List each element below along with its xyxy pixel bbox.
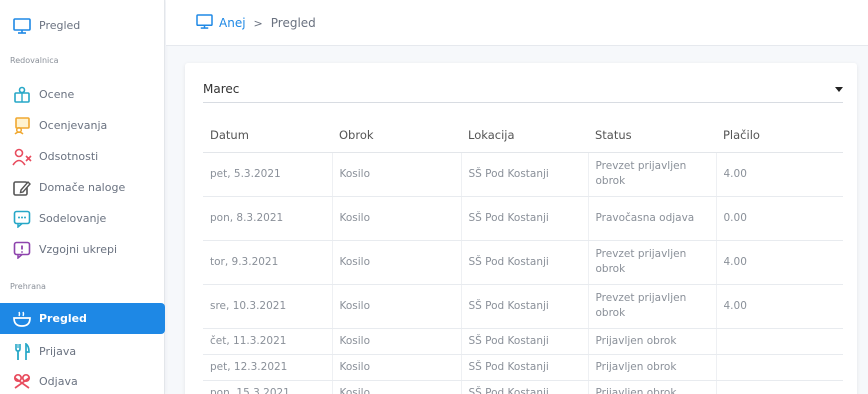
cell-lokacija: SŠ Pod Kostanji <box>460 152 588 197</box>
column-header-obrok: Obrok <box>332 118 461 153</box>
breadcrumb-link-student[interactable]: Anej <box>219 16 246 30</box>
cell-datum: pet, 12.3.2021 <box>203 354 332 381</box>
cell-obrok: Kosilo <box>331 284 461 329</box>
breadcrumb-current: Pregled <box>270 16 316 30</box>
section-label-prehrana: Prehrana <box>10 282 46 291</box>
cell-status: Prevzet prijavljen obrok <box>587 240 716 285</box>
sidebar-item-ocenjevanja[interactable]: Ocenjevanja <box>0 110 165 141</box>
sidebar-item-pregled[interactable]: Pregled <box>0 303 165 334</box>
absence-icon <box>12 147 32 167</box>
table-row: pon, 8.3.2021 Kosilo SŠ Pod Kostanji Pra… <box>203 196 843 241</box>
sidebar-item-label: Ocenjevanja <box>39 119 108 132</box>
presentation-icon <box>12 85 32 105</box>
section-label-redovalnica: Redovalnica <box>10 56 59 65</box>
cell-placilo: 4.00 <box>715 240 843 285</box>
monitor-icon <box>196 14 213 32</box>
table-row: pon, 15.3.2021 Kosilo SŠ Pod Kostanji Pr… <box>203 380 843 394</box>
table-row: pet, 12.3.2021 Kosilo SŠ Pod Kostanji Pr… <box>203 354 843 381</box>
column-header-datum: Datum <box>203 118 332 153</box>
homework-icon <box>12 178 32 198</box>
cutlery-icon <box>12 342 32 362</box>
exam-icon <box>12 116 32 136</box>
breadcrumb: Anej > Pregled <box>196 14 316 32</box>
sidebar-item-label: Vzgojni ukrepi <box>39 243 118 256</box>
cell-placilo <box>715 354 843 381</box>
sidebar-item-label: Pregled <box>39 19 81 32</box>
cell-datum: pon, 8.3.2021 <box>203 196 332 241</box>
sidebar-item-label: Pregled <box>39 312 87 325</box>
cell-obrok: Kosilo <box>331 328 461 355</box>
sidebar-item-odsotnosti[interactable]: Odsotnosti <box>0 141 165 172</box>
sidebar-item-vzgojni-ukrepi[interactable]: Vzgojni ukrepi <box>0 234 165 265</box>
cell-status: Prijavljen obrok <box>587 380 716 394</box>
cell-placilo: 4.00 <box>715 284 843 329</box>
cell-status: Prevzet prijavljen obrok <box>587 152 716 197</box>
cell-obrok: Kosilo <box>331 380 461 394</box>
chevron-right-icon: > <box>253 16 263 30</box>
sidebar-item-prijava[interactable]: Prijava <box>0 336 165 367</box>
cell-status: Prijavljen obrok <box>587 328 716 355</box>
sidebar-item-label: Ocene <box>39 88 75 101</box>
caret-down-icon <box>835 87 843 92</box>
cell-lokacija: SŠ Pod Kostanji <box>460 284 588 329</box>
month-select[interactable]: Marec <box>203 79 843 103</box>
chat-icon <box>12 209 32 229</box>
cell-lokacija: SŠ Pod Kostanji <box>460 380 588 394</box>
cell-datum: pon, 15.3.2021 <box>203 380 332 394</box>
cell-obrok: Kosilo <box>331 240 461 285</box>
table-row: tor, 9.3.2021 Kosilo SŠ Pod Kostanji Pre… <box>203 240 843 285</box>
sidebar-item-domace-naloge[interactable]: Domače naloge <box>0 172 165 203</box>
cell-datum: tor, 9.3.2021 <box>203 240 332 285</box>
cell-placilo: 0.00 <box>715 196 843 241</box>
cell-lokacija: SŠ Pod Kostanji <box>460 196 588 241</box>
sidebar-item-pregled-top[interactable]: Pregled <box>0 10 165 41</box>
cell-placilo <box>715 328 843 355</box>
column-header-placilo: Plačilo <box>716 118 843 153</box>
alert-icon <box>12 240 32 260</box>
cell-lokacija: SŠ Pod Kostanji <box>460 354 588 381</box>
cell-obrok: Kosilo <box>331 354 461 381</box>
table-row: sre, 10.3.2021 Kosilo SŠ Pod Kostanji Pr… <box>203 284 843 329</box>
table-header-row: Datum Obrok Lokacija Status Plačilo <box>203 118 843 153</box>
sidebar-item-label: Domače naloge <box>39 181 126 194</box>
sidebar-item-label: Sodelovanje <box>39 212 107 225</box>
cell-datum: sre, 10.3.2021 <box>203 284 332 329</box>
cell-status: Pravočasna odjava <box>587 196 716 241</box>
sidebar-item-label: Prijava <box>39 345 77 358</box>
cell-lokacija: SŠ Pod Kostanji <box>460 328 588 355</box>
sidebar-item-label: Odsotnosti <box>39 150 99 163</box>
column-header-lokacija: Lokacija <box>461 118 588 153</box>
sidebar-item-ocene[interactable]: Ocene <box>0 79 165 110</box>
monitor-icon <box>12 16 32 36</box>
cell-placilo: 4.00 <box>715 152 843 197</box>
sidebar-item-odjava[interactable]: Odjava <box>0 366 165 394</box>
cell-datum: čet, 11.3.2021 <box>203 328 332 355</box>
meal-overview-card: Marec Datum Obrok Lokacija Status Plačil… <box>185 63 857 394</box>
cell-obrok: Kosilo <box>331 152 461 197</box>
cell-status: Prijavljen obrok <box>587 354 716 381</box>
sidebar: Pregled Redovalnica Ocene Ocenjevanja Od… <box>0 0 165 394</box>
food-bowl-icon <box>12 309 32 329</box>
table-row: čet, 11.3.2021 Kosilo SŠ Pod Kostanji Pr… <box>203 328 843 355</box>
column-header-status: Status <box>588 118 716 153</box>
cell-datum: pet, 5.3.2021 <box>203 152 332 197</box>
cell-status: Prevzet prijavljen obrok <box>587 284 716 329</box>
table-row: pet, 5.3.2021 Kosilo SŠ Pod Kostanji Pre… <box>203 152 843 197</box>
cancel-food-icon <box>12 372 32 392</box>
sidebar-item-sodelovanje[interactable]: Sodelovanje <box>0 203 165 234</box>
month-select-value: Marec <box>203 82 240 96</box>
meals-table: Datum Obrok Lokacija Status Plačilo pet,… <box>203 118 843 394</box>
sidebar-item-label: Odjava <box>39 375 78 388</box>
cell-obrok: Kosilo <box>331 196 461 241</box>
cell-lokacija: SŠ Pod Kostanji <box>460 240 588 285</box>
cell-placilo <box>715 380 843 394</box>
